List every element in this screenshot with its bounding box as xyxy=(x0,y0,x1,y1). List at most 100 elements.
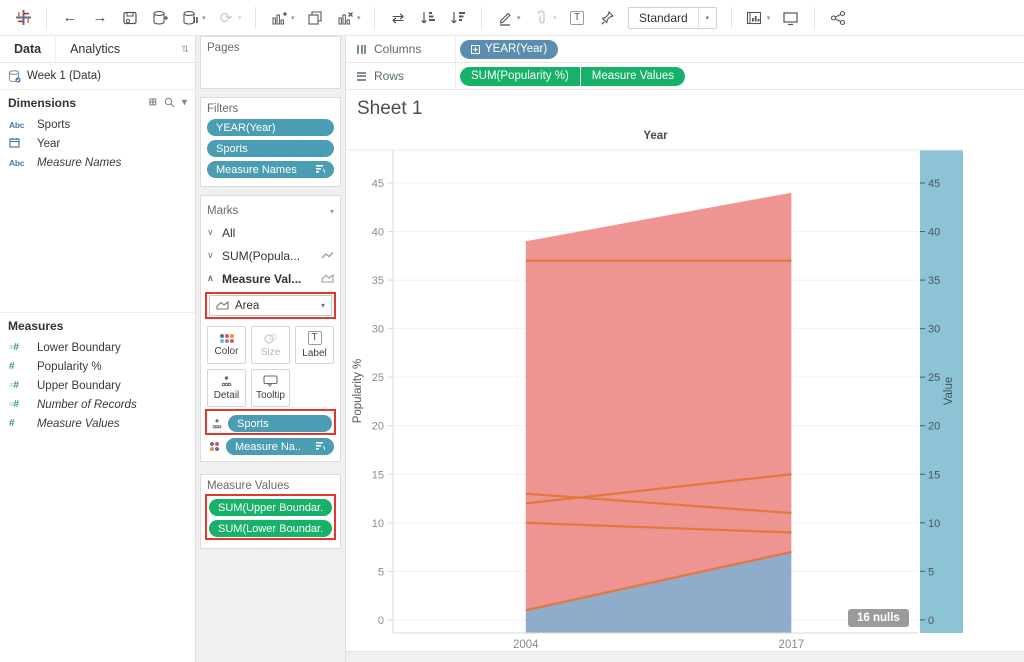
undo-button[interactable]: ← xyxy=(58,4,82,32)
save-icon xyxy=(122,10,138,26)
run-update-caret-icon[interactable]: ▾ xyxy=(238,14,247,22)
save-button[interactable] xyxy=(118,4,142,32)
field-label: Measure Names xyxy=(37,157,121,169)
pages-title: Pages xyxy=(207,42,334,54)
paperclip-icon xyxy=(534,10,548,26)
run-update-button[interactable]: ⟳ xyxy=(214,4,238,32)
mv-pill-upper-boundary[interactable]: SUM(Upper Boundar.. xyxy=(209,499,332,516)
mark-type-caret-icon[interactable]: ▾ xyxy=(321,301,325,310)
duplicate-icon xyxy=(307,10,323,26)
show-hide-cards-button[interactable] xyxy=(743,4,767,32)
group-members-button[interactable] xyxy=(529,4,553,32)
marks-section-all[interactable]: ∨ All xyxy=(207,221,334,244)
clear-sheet-caret-icon[interactable]: ▾ xyxy=(357,14,366,22)
calendar-icon xyxy=(9,137,33,150)
marks-pill-measure-names[interactable]: Measure Na.. xyxy=(226,438,334,455)
pages-card[interactable]: Pages xyxy=(200,36,341,89)
highlight-caret-icon[interactable]: ▾ xyxy=(517,14,526,22)
calculated-number-icon: =# xyxy=(9,380,33,391)
size-circles-icon xyxy=(264,333,278,344)
highlight-pencil-icon xyxy=(497,10,513,26)
group-caret-icon[interactable]: ▾ xyxy=(553,14,562,22)
field-label: Upper Boundary xyxy=(37,380,121,392)
null-indicator-badge[interactable]: 16 nulls xyxy=(848,609,909,627)
pause-updates-caret-icon[interactable]: ▾ xyxy=(202,14,211,22)
dimension-field-sports[interactable]: Abc Sports xyxy=(0,115,195,134)
pane-collapse-icon[interactable]: ⇅ xyxy=(175,36,195,62)
number-icon: # xyxy=(9,418,33,429)
fit-mode-select[interactable]: Standard ▾ xyxy=(628,7,717,29)
measure-field-upper-boundary[interactable]: =# Upper Boundary xyxy=(0,376,195,395)
area-mark-icon xyxy=(321,274,334,283)
mv-pill-lower-boundary[interactable]: SUM(Lower Boundar.. xyxy=(209,520,332,537)
highlight-button[interactable] xyxy=(493,4,517,32)
presentation-mode-button[interactable] xyxy=(779,4,803,32)
sort-ascending-icon xyxy=(420,10,437,26)
sort-ascending-button[interactable] xyxy=(416,4,440,32)
svg-text:40: 40 xyxy=(372,227,384,239)
filter-pill-measure-names[interactable]: Measure Names xyxy=(207,161,334,178)
new-worksheet-caret-icon[interactable]: ▾ xyxy=(291,14,300,22)
detail-button[interactable]: Detail xyxy=(207,369,246,407)
search-icon[interactable] xyxy=(164,97,175,108)
right-axis-band xyxy=(920,150,963,633)
label-button[interactable]: T Label xyxy=(295,326,334,364)
redo-button[interactable]: → xyxy=(88,4,112,32)
tableau-logo-icon[interactable] xyxy=(11,4,35,32)
marks-section-sum-popularity[interactable]: ∨ SUM(Popula... xyxy=(207,244,334,267)
columns-shelf[interactable]: Columns YEAR(Year) xyxy=(346,36,1024,63)
filters-card[interactable]: Filters YEAR(Year) Sports Measure Names xyxy=(200,97,341,187)
marks-card[interactable]: Marks ▾ ∨ All ∨ SUM(Popula... ∧ Measure … xyxy=(200,195,341,462)
marks-menu-caret-icon[interactable]: ▾ xyxy=(330,207,334,216)
dimension-field-year[interactable]: Year xyxy=(0,134,195,153)
marks-pill-sports[interactable]: Sports xyxy=(228,415,332,432)
dimension-field-measure-names[interactable]: Abc Measure Names xyxy=(0,153,195,172)
share-button[interactable] xyxy=(826,4,850,32)
rows-pill-sum-popularity[interactable]: SUM(Popularity %) xyxy=(460,67,580,86)
duplicate-sheet-button[interactable] xyxy=(303,4,327,32)
size-button[interactable]: Size xyxy=(251,326,290,364)
fit-mode-caret-icon[interactable]: ▾ xyxy=(698,8,716,28)
clear-sheet-button[interactable] xyxy=(333,4,357,32)
svg-text:5: 5 xyxy=(378,566,384,578)
annotation-box-mark-type: Area ▾ xyxy=(205,292,336,319)
chart-canvas[interactable]: 0510152025303540450510152025303540452004… xyxy=(346,90,1024,662)
filter-pill-sports[interactable]: Sports xyxy=(207,140,334,157)
mark-type-value: Area xyxy=(235,300,259,312)
pause-auto-updates-button[interactable] xyxy=(178,4,202,32)
fix-axes-button[interactable] xyxy=(595,4,619,32)
new-worksheet-button[interactable] xyxy=(267,4,291,32)
swap-rows-columns-button[interactable]: ⇄ xyxy=(386,4,410,32)
marks-section-measure-values[interactable]: ∧ Measure Val... xyxy=(207,267,334,290)
color-button[interactable]: Color xyxy=(207,326,246,364)
measure-field-lower-boundary[interactable]: =# Lower Boundary xyxy=(0,338,195,357)
svg-text:0: 0 xyxy=(928,615,934,627)
measure-field-measure-values[interactable]: # Measure Values xyxy=(0,414,195,433)
sort-descending-button[interactable] xyxy=(446,4,470,32)
cards-caret-icon[interactable]: ▾ xyxy=(767,14,776,22)
tab-analytics[interactable]: Analytics xyxy=(55,36,134,62)
rows-pill-measure-values[interactable]: Measure Values xyxy=(581,67,685,86)
columns-pill-year[interactable]: YEAR(Year) xyxy=(460,40,558,59)
annotation-box-measure-values: SUM(Upper Boundar.. SUM(Lower Boundar.. xyxy=(205,494,336,540)
view-data-grid-icon[interactable]: ⊞ xyxy=(149,97,157,108)
presentation-icon xyxy=(782,10,799,26)
rows-shelf[interactable]: Rows SUM(Popularity %) Measure Values xyxy=(346,63,1024,90)
status-strip xyxy=(346,651,1024,662)
measure-field-popularity[interactable]: # Popularity % xyxy=(0,357,195,376)
measure-field-number-of-records[interactable]: =# Number of Records xyxy=(0,395,195,414)
dimensions-menu-caret-icon[interactable]: ▾ xyxy=(182,97,187,108)
svg-text:35: 35 xyxy=(372,275,384,287)
data-source-connection[interactable]: Week 1 (Data) xyxy=(0,63,195,90)
svg-text:10: 10 xyxy=(372,518,384,530)
measure-values-card[interactable]: Measure Values SUM(Upper Boundar.. SUM(L… xyxy=(200,474,341,549)
filter-pill-year[interactable]: YEAR(Year) xyxy=(207,119,334,136)
mark-type-select[interactable]: Area ▾ xyxy=(209,295,332,316)
expand-plus-icon xyxy=(471,45,480,54)
tooltip-button[interactable]: Tooltip xyxy=(251,369,290,407)
area-mark-icon xyxy=(216,301,229,310)
new-data-source-button[interactable] xyxy=(148,4,172,32)
show-mark-labels-button[interactable]: T xyxy=(565,4,589,32)
tab-data[interactable]: Data xyxy=(0,36,55,62)
measures-title: Measures xyxy=(8,319,63,333)
